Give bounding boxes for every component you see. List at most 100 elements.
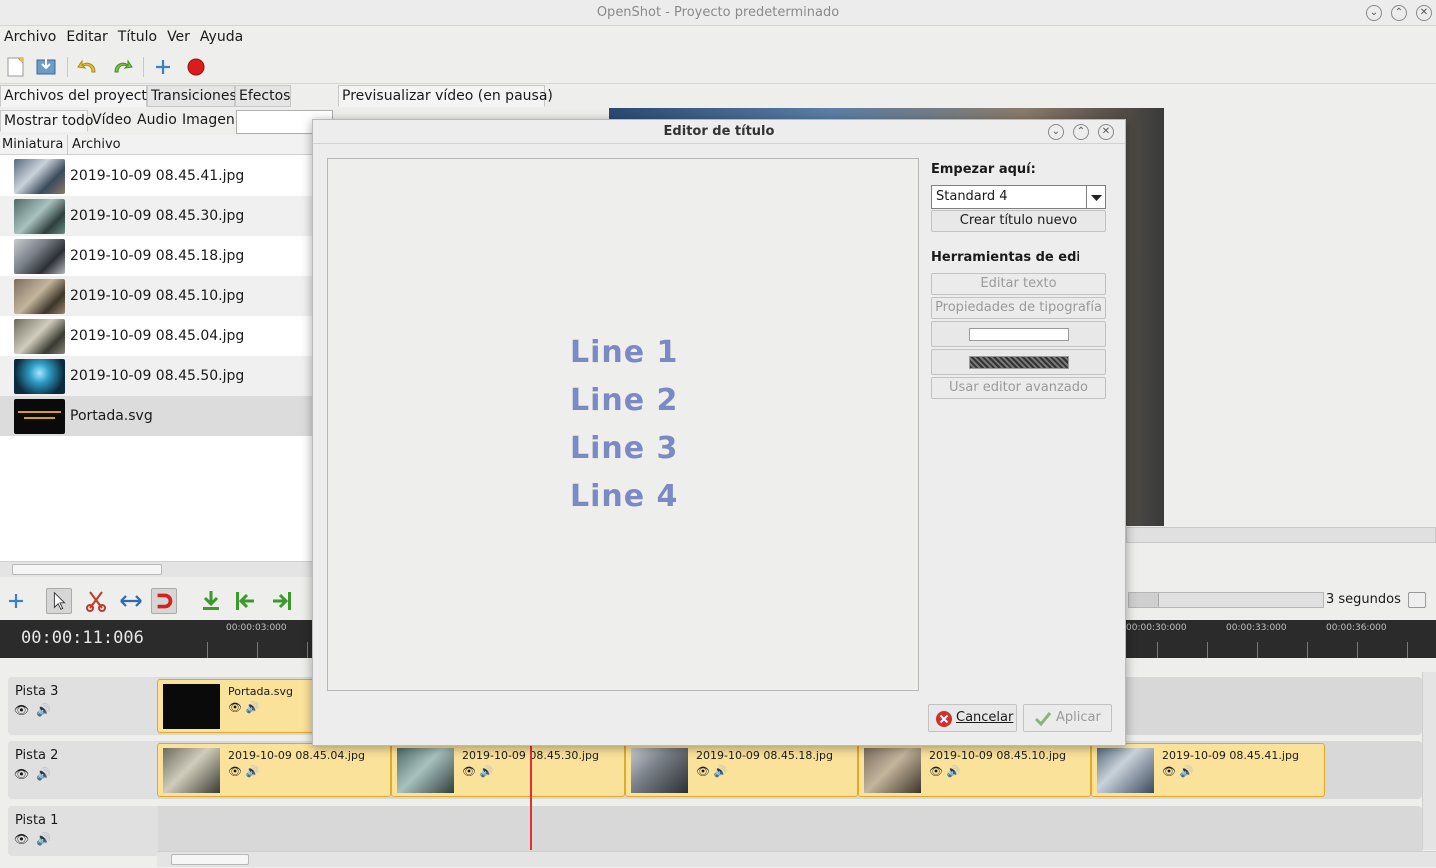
scroll-thumb[interactable] <box>171 854 249 865</box>
apply-button[interactable]: Aplicar <box>1023 704 1112 732</box>
razor-tool-icon[interactable] <box>83 588 109 614</box>
tab-project-files[interactable]: Archivos del proyecto <box>0 85 155 107</box>
track-2[interactable]: Pista 2 👁 🔊 2019-10-09 08.45.04.jpg 👁 🔊 … <box>8 741 1422 799</box>
save-project-icon[interactable] <box>34 56 58 78</box>
menu-titulo[interactable]: Título <box>113 26 162 45</box>
background-color-button[interactable] <box>931 349 1106 375</box>
toolbar-separator <box>143 57 144 77</box>
zoom-slider[interactable] <box>1128 592 1324 608</box>
next-marker-icon[interactable] <box>269 588 295 614</box>
timeline-clip[interactable]: 2019-10-09 08.45.30.jpg 👁 🔊 <box>391 743 625 797</box>
tab-effects[interactable]: Efectos <box>235 85 291 107</box>
create-new-title-button[interactable]: Crear título nuevo <box>931 210 1106 232</box>
dialog-minimize-button[interactable]: ⌄ <box>1048 124 1064 140</box>
timeline-hscrollbar[interactable] <box>157 851 1436 867</box>
scroll-thumb[interactable] <box>12 564 162 575</box>
dialog-maximize-button[interactable]: ⌃ <box>1073 124 1089 140</box>
tick-mark <box>307 642 308 658</box>
tick-label: 00:00:30:000 <box>1126 623 1187 633</box>
close-button[interactable]: ✕ <box>1416 5 1432 21</box>
filter-image[interactable]: Imagen <box>182 112 235 128</box>
column-file[interactable]: Archivo <box>72 137 121 152</box>
file-list-hscrollbar[interactable] <box>0 561 312 577</box>
timeline-clip[interactable]: 2019-10-09 08.45.41.jpg 👁 🔊 <box>1091 743 1325 797</box>
title-preview-canvas[interactable]: Line 1 Line 2 Line 3 Line 4 <box>327 158 919 691</box>
cancel-button[interactable]: Cancelar <box>928 704 1017 732</box>
undo-icon[interactable] <box>76 56 100 78</box>
window-title: OpenShot - Proyecto predeterminado <box>596 5 840 20</box>
file-list-header: Miniatura Archivo <box>0 135 312 155</box>
file-row[interactable]: 2019-10-09 08.45.04.jpg <box>0 316 312 356</box>
eye-icon[interactable]: 👁 <box>14 703 29 717</box>
speaker-icon[interactable]: 🔊 <box>36 832 51 846</box>
clip-thumbnail <box>397 748 454 793</box>
timeline-clip[interactable]: 2019-10-09 08.45.04.jpg 👁 🔊 <box>157 743 391 797</box>
filter-video[interactable]: Vídeo <box>92 112 132 128</box>
edit-text-button[interactable]: Editar texto <box>931 273 1106 295</box>
filter-audio[interactable]: Audio <box>137 112 177 128</box>
maximize-button[interactable]: ⌃ <box>1391 5 1407 21</box>
eye-icon[interactable]: 👁 <box>14 832 29 846</box>
text-color-swatch <box>969 328 1069 341</box>
timeline-clip[interactable]: 2019-10-09 08.45.10.jpg 👁 🔊 <box>858 743 1091 797</box>
zoom-slider-handle[interactable] <box>1129 593 1159 607</box>
file-row-selected[interactable]: Portada.svg <box>0 396 312 436</box>
new-project-icon[interactable] <box>4 56 28 78</box>
title-editor-dialog: Editor de título ⌄ ⌃ ✕ Line 1 Line 2 Lin… <box>312 119 1126 746</box>
tab-transitions[interactable]: Transiciones <box>147 85 237 107</box>
eye-icon[interactable]: 👁 <box>14 767 29 781</box>
clip-icons: 👁 🔊 <box>1162 765 1194 778</box>
file-row[interactable]: 2019-10-09 08.45.18.jpg <box>0 236 312 276</box>
timeline-vscrollbar[interactable] <box>1422 672 1436 850</box>
previous-marker-icon[interactable] <box>232 588 258 614</box>
speaker-icon[interactable]: 🔊 <box>36 703 51 717</box>
file-row[interactable]: 2019-10-09 08.45.30.jpg <box>0 196 312 236</box>
playhead-line[interactable] <box>530 746 532 850</box>
add-marker-icon[interactable] <box>198 588 224 614</box>
tick-mark <box>1207 642 1208 658</box>
title-line-4: Line 4 <box>570 479 679 514</box>
dialog-close-button[interactable]: ✕ <box>1098 124 1114 140</box>
tick-label: 00:00:36:000 <box>1326 623 1387 633</box>
minimize-button[interactable]: ⌄ <box>1366 5 1382 21</box>
advanced-editor-button[interactable]: Usar editor avanzado <box>931 377 1106 399</box>
file-name: 2019-10-09 08.45.10.jpg <box>70 288 245 304</box>
track-1[interactable]: Pista 1 👁 🔊 <box>8 806 1422 856</box>
timeline-clip[interactable]: 2019-10-09 08.45.18.jpg 👁 🔊 <box>625 743 858 797</box>
tick-mark <box>207 642 208 658</box>
track-name: Pista 2 <box>15 748 59 763</box>
file-thumbnail <box>14 159 65 194</box>
text-color-button[interactable] <box>931 321 1106 347</box>
file-name: 2019-10-09 08.45.30.jpg <box>70 208 245 224</box>
template-select[interactable]: Standard 4 <box>931 185 1106 209</box>
resize-tool-icon[interactable] <box>118 588 144 614</box>
menu-ayuda[interactable]: Ayuda <box>195 26 248 45</box>
timeline-options-button[interactable] <box>1408 592 1426 608</box>
tick-mark <box>257 642 258 658</box>
column-thumbnail[interactable]: Miniatura <box>2 137 63 152</box>
menu-ver[interactable]: Ver <box>162 26 195 45</box>
file-row[interactable]: 2019-10-09 08.45.50.jpg <box>0 356 312 396</box>
file-row[interactable]: 2019-10-09 08.45.10.jpg <box>0 276 312 316</box>
snap-magnet-icon[interactable] <box>151 588 177 614</box>
clip-thumbnail <box>163 684 220 729</box>
menu-editar[interactable]: Editar <box>61 26 112 45</box>
window-titlebar: OpenShot - Proyecto predeterminado ⌄ ⌃ ✕ <box>0 0 1436 26</box>
timeline-clip[interactable]: Portada.svg 👁 🔊 <box>157 679 317 733</box>
playhead-timecode: 00:00:11:006 <box>21 628 144 648</box>
speaker-icon[interactable]: 🔊 <box>36 767 51 781</box>
menu-archivo[interactable]: Archivo <box>0 26 61 45</box>
filter-show-all[interactable]: Mostrar todo <box>0 110 93 132</box>
select-tool-icon[interactable] <box>46 588 72 614</box>
redo-icon[interactable] <box>110 56 134 78</box>
track-header: Pista 1 👁 🔊 <box>8 806 158 856</box>
add-track-icon[interactable] <box>3 588 29 614</box>
record-icon[interactable] <box>184 56 208 78</box>
clip-thumbnail <box>163 748 220 793</box>
font-properties-button[interactable]: Propiedades de tipografía <box>931 297 1106 319</box>
import-files-icon[interactable] <box>151 56 175 78</box>
main-toolbar <box>0 50 1436 84</box>
tab-video-preview[interactable]: Previsualizar vídeo (en pausa) <box>338 85 553 107</box>
preview-slider[interactable] <box>1126 527 1436 543</box>
file-row[interactable]: 2019-10-09 08.45.41.jpg <box>0 156 312 196</box>
